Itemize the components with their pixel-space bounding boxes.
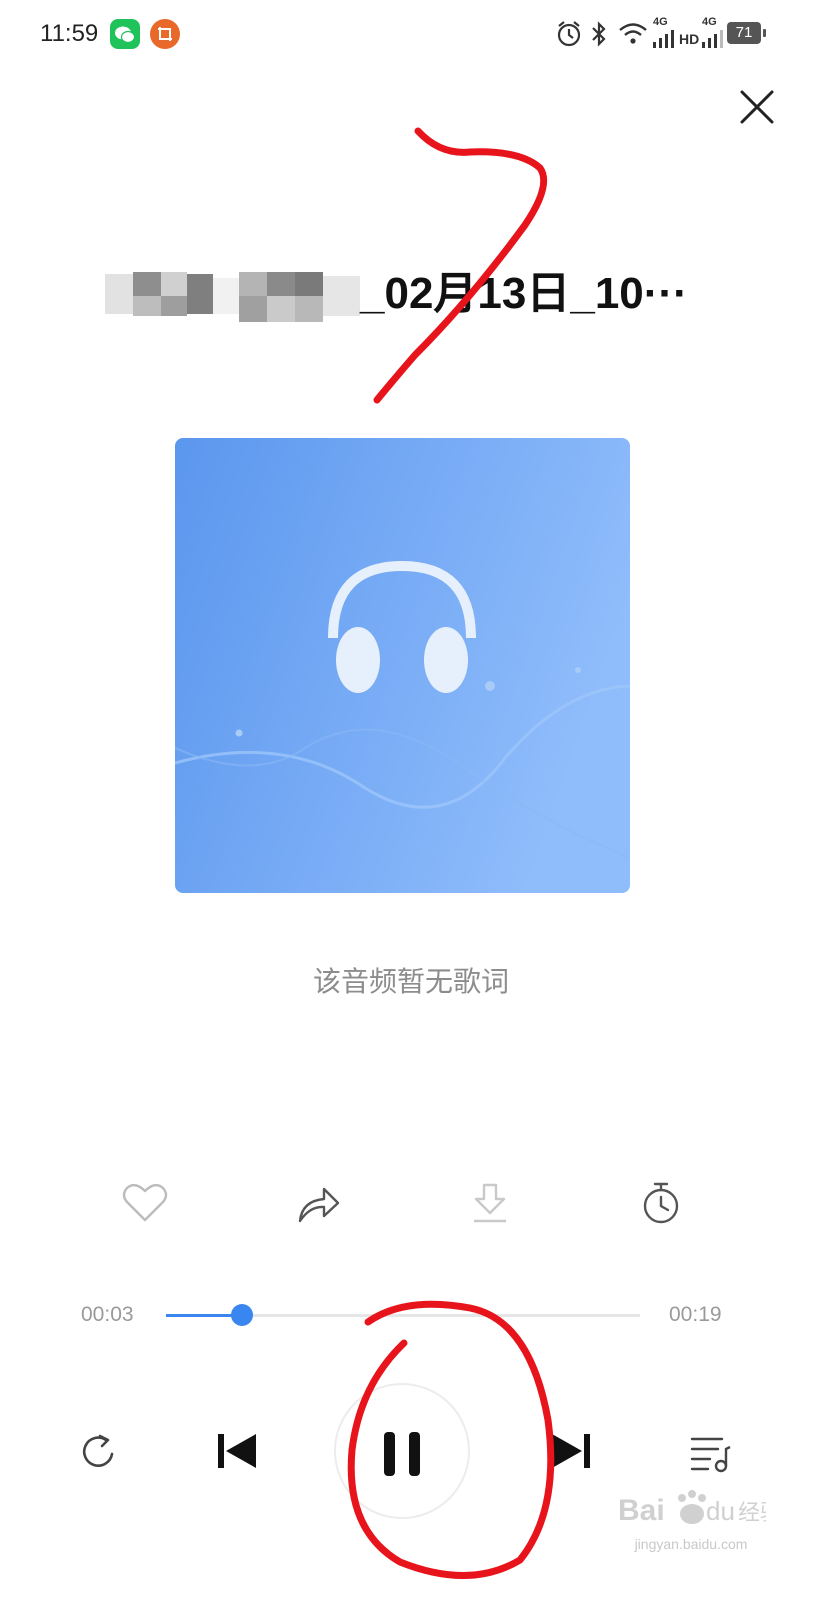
baidu-watermark: Bai du 经验 jingyan.baidu.com: [616, 1480, 782, 1570]
play-pause-button[interactable]: [334, 1383, 470, 1519]
repeat-icon: [82, 1434, 114, 1467]
hd-indicator: HD: [679, 31, 700, 47]
repeat-button[interactable]: [76, 1430, 120, 1474]
download-icon: [474, 1183, 506, 1223]
signal-2-icon: 4G: [700, 16, 726, 50]
signal-1-icon: 4G: [651, 16, 681, 50]
watermark-url: jingyan.baidu.com: [634, 1536, 748, 1552]
share-icon: [298, 1187, 340, 1223]
no-lyrics-message: 该音频暂无歌词: [312, 966, 509, 997]
wechat-notification-icon: [110, 19, 140, 49]
current-time: 00:03: [81, 1303, 134, 1326]
battery-indicator: 71: [727, 22, 766, 44]
screenshot-app-icon: [150, 19, 180, 49]
redacted-title-part: [105, 272, 360, 322]
timer-icon: [643, 1182, 679, 1224]
skip-next-icon: [552, 1434, 590, 1468]
heart-icon: [122, 1183, 168, 1222]
close-icon: [740, 90, 774, 124]
svg-text:Bai: Bai: [618, 1494, 665, 1527]
svg-text:经验: 经验: [738, 1501, 766, 1526]
bluetooth-icon: [592, 21, 606, 47]
previous-button[interactable]: [214, 1428, 260, 1474]
svg-text:du: du: [706, 1496, 735, 1526]
baidu-logo: Bai du 经验: [618, 1490, 782, 1527]
album-cover: [175, 438, 630, 893]
status-time: 11:59: [40, 20, 99, 47]
skip-previous-icon: [218, 1434, 256, 1468]
pause-icon: [384, 1432, 420, 1476]
alarm-icon: [557, 21, 581, 47]
like-button[interactable]: [117, 1175, 173, 1231]
share-button[interactable]: [290, 1175, 346, 1231]
next-button[interactable]: [548, 1428, 594, 1474]
sleep-timer-button[interactable]: [633, 1175, 689, 1231]
track-title: _02月13日_10···: [105, 262, 745, 332]
playlist-button[interactable]: [688, 1431, 732, 1475]
close-button[interactable]: [734, 84, 780, 130]
wifi-icon: [619, 23, 647, 44]
track-title-text: _02月13日_10···: [360, 269, 688, 318]
total-time: 00:19: [669, 1303, 722, 1326]
progress-slider[interactable]: [166, 1304, 640, 1326]
playlist-icon: [690, 1437, 731, 1473]
download-button[interactable]: [462, 1175, 518, 1231]
progress-thumb[interactable]: [230, 1304, 253, 1326]
